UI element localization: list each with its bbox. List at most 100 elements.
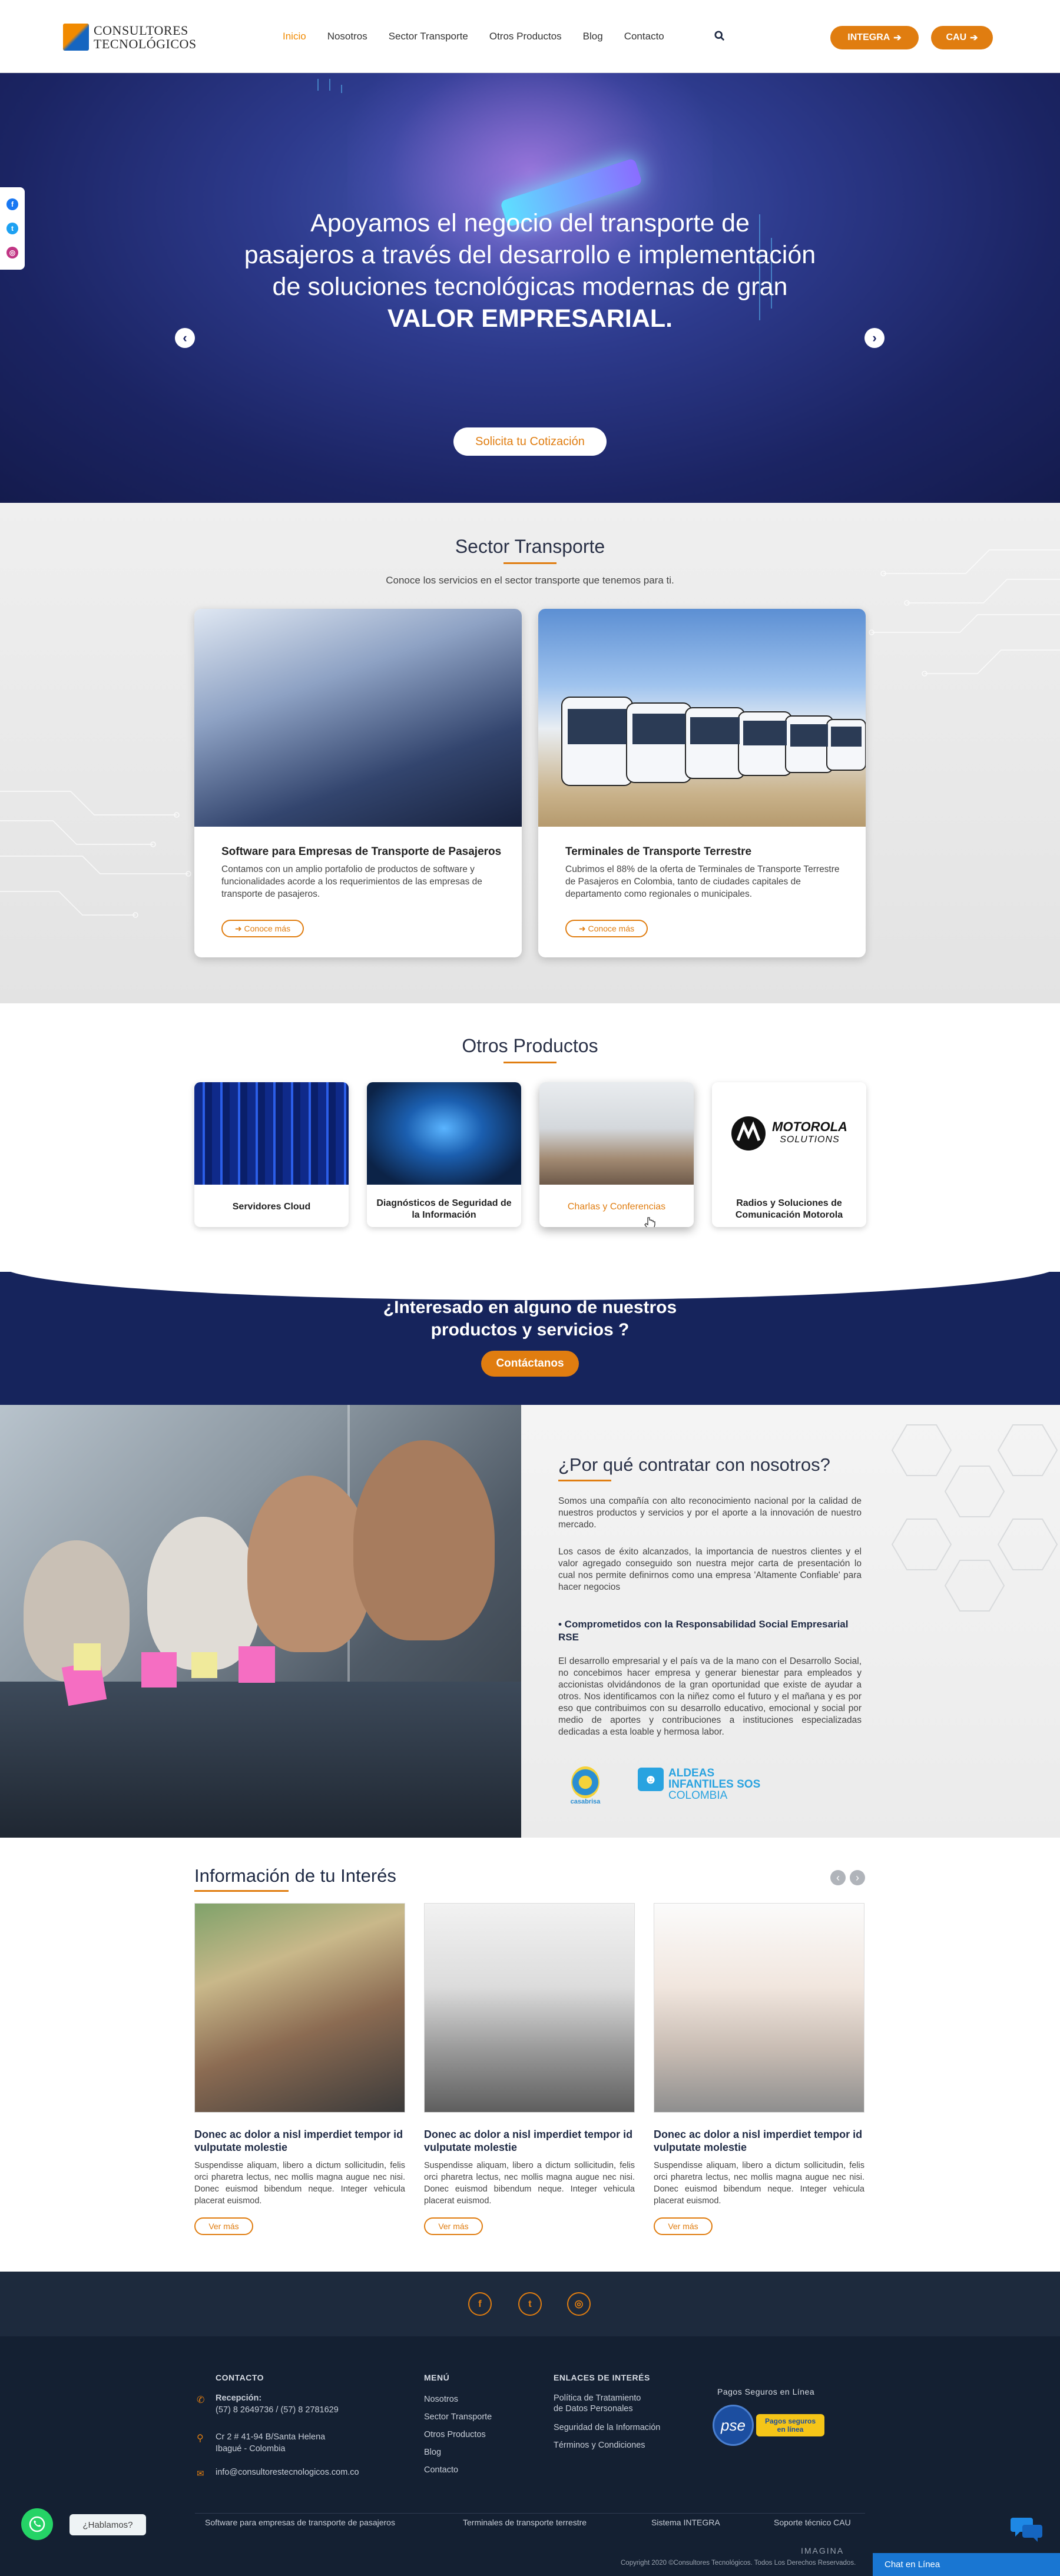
card-terminales-text: Cubrimos el 88% de la oferta de Terminal… [565, 864, 840, 899]
arrow-right-icon[interactable]: › [850, 1870, 865, 1885]
footer-menu-nosotros[interactable]: Nosotros [424, 2394, 458, 2405]
phone-icon: ✆ [197, 2395, 205, 2405]
arrow-left-icon[interactable]: ‹ [175, 328, 195, 348]
hero-slider: Apoyamos el negocio del transporte de pa… [0, 73, 1060, 503]
product-charlas[interactable]: Charlas y Conferencias [539, 1082, 694, 1227]
chat-icon[interactable] [1011, 2514, 1044, 2542]
hero-line1: Apoyamos el negocio del transporte de [310, 209, 750, 237]
politica-link-line1[interactable]: Política de Tratamiento [554, 2393, 641, 2404]
address-line1: Cr 2 # 41-94 B/Santa Helena [216, 2432, 326, 2442]
card-terminales[interactable]: Terminales de Transporte Terrestre Cubri… [538, 609, 866, 957]
sticky-note [141, 1652, 177, 1688]
bottom-link-terminales[interactable]: Terminales de transporte terrestre [463, 2518, 587, 2527]
conoce-mas-label: Conoce más [588, 924, 635, 933]
post-text: Suspendisse aliquam, libero a dictum sol… [194, 2161, 405, 2206]
security-laptop-image [367, 1082, 521, 1185]
logo-line1: CONSULTORES [94, 23, 188, 38]
bottom-link-integra[interactable]: Sistema INTEGRA [651, 2518, 720, 2527]
nav-otros-productos[interactable]: Otros Productos [489, 31, 562, 42]
pse-badge-line1: Pagos seguros [764, 2417, 816, 2425]
seguridad-link[interactable]: Seguridad de la Información [554, 2422, 660, 2434]
person-3 [247, 1476, 371, 1652]
aldeas-sos-logo: ☻ ALDEAS INFANTILES SOS COLOMBIA [638, 1768, 760, 1801]
buses-illustration [561, 697, 866, 786]
pse-logo[interactable]: pse [713, 2405, 754, 2446]
motorola-text: MOTOROLA [772, 1119, 847, 1134]
sticky-note [74, 1643, 101, 1670]
motorola-m-icon [731, 1116, 766, 1151]
cau-button[interactable]: CAU ➔ [931, 26, 993, 49]
instagram-icon[interactable]: ◎ [6, 247, 18, 259]
aldeas-line1: ALDEAS [668, 1767, 715, 1779]
post-card[interactable]: Donec ac dolor a nisl imperdiet tempor i… [424, 1903, 635, 2235]
post-card[interactable]: Donec ac dolor a nisl imperdiet tempor i… [194, 1903, 405, 2235]
cursor-hand-icon [644, 1217, 655, 1227]
arrow-right-icon: ➔ [893, 33, 902, 43]
search-icon[interactable] [714, 31, 725, 41]
facebook-icon[interactable]: f [468, 2292, 492, 2316]
footer-menu-sector[interactable]: Sector Transporte [424, 2412, 492, 2423]
product-label: Charlas y Conferencias [567, 1202, 666, 1212]
sector-title-text: Sector Transporte [455, 536, 605, 557]
site-header: CONSULTORES TECNOLÓGICOS Inicio Nosotros… [0, 0, 1060, 73]
footer-menu-blog[interactable]: Blog [424, 2447, 441, 2458]
arrow-left-icon[interactable]: ‹ [830, 1870, 846, 1885]
bottom-link-cau[interactable]: Soporte técnico CAU [774, 2518, 851, 2527]
integra-button[interactable]: INTEGRA ➔ [830, 26, 919, 49]
twitter-icon[interactable]: t [518, 2292, 542, 2316]
imagina-brand: IMAGINA [801, 2546, 844, 2555]
nav-inicio[interactable]: Inicio [283, 31, 306, 42]
menu-heading: MENÚ [424, 2373, 450, 2382]
ver-mas-button[interactable]: Ver más [424, 2217, 483, 2235]
team-photo [0, 1405, 521, 1838]
facebook-icon[interactable]: f [6, 198, 18, 210]
terminos-link[interactable]: Términos y Condiciones [554, 2440, 645, 2451]
hero-line3: de soluciones tecnológicas modernas de g… [272, 273, 788, 301]
logo[interactable]: CONSULTORES TECNOLÓGICOS [63, 24, 197, 51]
whatsapp-bubble[interactable]: ¿Hablamos? [69, 2514, 146, 2535]
nav-contacto[interactable]: Contacto [624, 31, 664, 42]
title-underline [504, 562, 556, 564]
product-diagnosticos[interactable]: Diagnósticos de Seguridad de la Informac… [367, 1082, 521, 1227]
nav-blog[interactable]: Blog [583, 31, 603, 42]
politica-link-line2[interactable]: de Datos Personales [554, 2403, 633, 2415]
twitter-icon[interactable]: t [6, 222, 18, 234]
cta-title: ¿Interesado en alguno de nuestros produc… [383, 1298, 677, 1340]
card-software-text: Contamos con un amplio portafolio de pro… [221, 864, 482, 899]
hero-line4: VALOR EMPRESARIAL. [387, 304, 673, 333]
conoce-mas-button[interactable]: ➜ Conoce más [565, 920, 648, 937]
site-footer: CONTACTO ✆ Recepción: (57) 8 2649736 / (… [0, 2336, 1060, 2576]
nav-sector-transporte[interactable]: Sector Transporte [389, 31, 468, 42]
servers-image [194, 1082, 349, 1185]
email-link[interactable]: info@consultorestecnologicos.com.co [216, 2467, 359, 2478]
product-servidores-cloud[interactable]: Servidores Cloud [194, 1082, 349, 1227]
ver-mas-button[interactable]: Ver más [194, 2217, 253, 2235]
contact-button[interactable]: Contáctanos [481, 1351, 579, 1377]
why-title: ¿Por qué contratar con nosotros? [558, 1454, 830, 1475]
post-card[interactable]: Donec ac dolor a nisl imperdiet tempor i… [654, 1903, 864, 2235]
whatsapp-button[interactable] [21, 2508, 53, 2540]
instagram-icon[interactable]: ◎ [567, 2292, 591, 2316]
enlaces-heading: ENLACES DE INTERÉS [554, 2373, 650, 2382]
why-paragraph-3: El desarrollo empresarial y el país va d… [558, 1656, 862, 1737]
logo-mark-icon [63, 24, 89, 51]
arrow-right-icon[interactable]: › [864, 328, 885, 348]
product-motorola[interactable]: MOTOROLA SOLUTIONS Radios y Soluciones d… [712, 1082, 866, 1227]
card-software-image [194, 609, 522, 827]
chat-en-linea-bar[interactable]: Chat en Línea [873, 2553, 1060, 2576]
footer-menu-otros[interactable]: Otros Productos [424, 2429, 486, 2441]
card-software[interactable]: Software para Empresas de Transporte de … [194, 609, 522, 957]
ver-mas-button[interactable]: Ver más [654, 2217, 713, 2235]
conoce-mas-button[interactable]: ➜ Conoce más [221, 920, 304, 937]
sector-transporte-section: Sector Transporte Conoce los servicios e… [0, 503, 1060, 1003]
nav-nosotros[interactable]: Nosotros [327, 31, 367, 42]
hero-title: Apoyamos el negocio del transporte de pa… [224, 207, 836, 334]
motorola-logo: MOTOROLA SOLUTIONS [712, 1082, 866, 1185]
footer-menu-contacto[interactable]: Contacto [424, 2465, 458, 2476]
conoce-mas-label: Conoce más [244, 924, 291, 933]
cau-label: CAU [946, 32, 967, 42]
quote-button[interactable]: Solicita tu Cotización [453, 427, 607, 456]
bottom-link-software[interactable]: Software para empresas de transporte de … [205, 2518, 395, 2527]
post-image [424, 1903, 635, 2113]
title-underline [504, 1062, 556, 1063]
